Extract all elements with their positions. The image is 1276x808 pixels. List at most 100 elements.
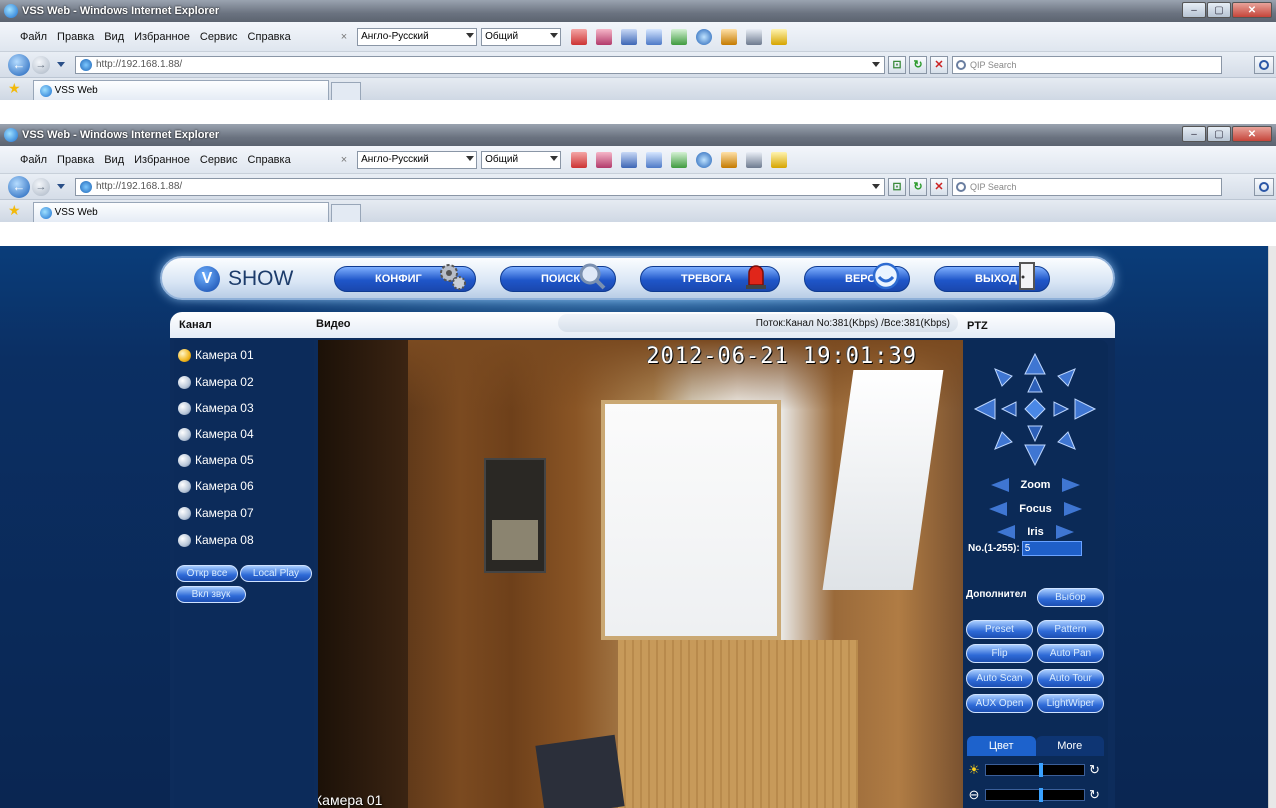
iris-open-icon[interactable] [1055, 525, 1074, 539]
camera-item-08[interactable]: Камера 08 [178, 533, 254, 547]
favorites-star-icon[interactable]: ★ [8, 202, 21, 219]
dictionary-language-select[interactable]: Англо-Русский [357, 150, 478, 169]
focus-far-icon[interactable] [1063, 502, 1082, 516]
search-button[interactable] [1254, 56, 1274, 74]
chevron-down-icon[interactable] [872, 183, 880, 189]
contrast-track[interactable] [985, 788, 1085, 802]
url-input[interactable]: http://192.168.1.88/ [75, 55, 885, 74]
select-button[interactable]: Выбор [1037, 588, 1104, 607]
stop-icon[interactable]: ✕ [930, 55, 948, 74]
pattern-button[interactable]: Pattern [1037, 620, 1104, 639]
tab-vss-web[interactable]: VSS Web [32, 80, 329, 100]
translate-page-icon[interactable] [596, 28, 613, 45]
gear-icon[interactable] [721, 28, 738, 45]
refresh-icon[interactable]: ↻ [909, 177, 927, 196]
magnifier-icon[interactable] [696, 151, 713, 168]
focus-control[interactable]: Focus [963, 502, 1108, 516]
flip-button[interactable]: Flip [966, 644, 1033, 663]
nav-exit-button[interactable]: ВЫХОД [934, 262, 1050, 292]
maximize-button[interactable]: ▢ [1207, 126, 1231, 142]
translate-page-icon[interactable] [596, 151, 613, 168]
reset-icon[interactable]: ↻ [1089, 787, 1100, 803]
nav-alarm-button[interactable]: ТРЕВОГА [640, 265, 780, 292]
gear-icon[interactable] [721, 151, 738, 168]
book-icon[interactable] [671, 151, 688, 168]
close-button[interactable]: ✕ [1232, 2, 1272, 18]
tab-more[interactable]: More [1035, 736, 1104, 756]
zoom-control[interactable]: Zoom [963, 478, 1108, 492]
ptz-direction-pad[interactable] [970, 352, 1100, 467]
history-dropdown-icon[interactable] [57, 184, 65, 189]
sound-on-button[interactable]: Вкл звук [176, 586, 246, 603]
camera-item-02[interactable]: Камера 02 [178, 375, 254, 389]
menu-edit[interactable]: Правка [57, 154, 94, 166]
menu-help[interactable]: Справка [248, 154, 291, 166]
menu-edit[interactable]: Правка [57, 31, 94, 43]
search-input[interactable]: QIP Search [952, 177, 1222, 196]
dictionary-icon[interactable] [621, 151, 638, 168]
menu-help[interactable]: Справка [248, 31, 291, 43]
camera-item-04[interactable]: Камера 04 [178, 427, 254, 441]
url-input[interactable]: http://192.168.1.88/ [75, 177, 885, 196]
help-icon[interactable] [771, 28, 788, 45]
contrast-slider[interactable]: ⊖ ↻ [967, 786, 1104, 804]
translate-icon[interactable] [571, 151, 588, 168]
menu-favorites[interactable]: Избранное [134, 154, 190, 166]
local-play-button[interactable]: Local Play [240, 565, 312, 582]
search-button[interactable] [1254, 178, 1274, 196]
iris-close-icon[interactable] [997, 525, 1016, 539]
auto-scan-button[interactable]: Auto Scan [966, 669, 1033, 688]
brightness-slider[interactable]: ☀ ↻ [967, 761, 1104, 779]
focus-near-icon[interactable] [989, 502, 1008, 516]
page-scrollbar[interactable] [1268, 246, 1276, 808]
brightness-track[interactable] [985, 763, 1085, 777]
menu-tools[interactable]: Сервис [200, 154, 238, 166]
menu-file[interactable]: Файл [20, 154, 47, 166]
dictionary-category-select[interactable]: Общий [481, 150, 562, 169]
light-wiper-button[interactable]: LightWiper [1037, 694, 1104, 713]
auto-pan-button[interactable]: Auto Pan [1037, 644, 1104, 663]
contrast-knob[interactable] [1038, 788, 1043, 802]
forward-button[interactable]: → [32, 55, 50, 74]
camera-item-06[interactable]: Камера 06 [178, 479, 254, 493]
dictionary-category-select[interactable]: Общий [481, 27, 562, 46]
camera-item-05[interactable]: Камера 05 [178, 453, 254, 467]
menu-file[interactable]: Файл [20, 31, 47, 43]
new-tab-button[interactable] [330, 204, 361, 222]
new-tab-button[interactable] [330, 82, 361, 100]
zoom-in-icon[interactable] [1062, 478, 1081, 492]
dictionary-language-select[interactable]: Англо-Русский [357, 27, 478, 46]
compat-view-icon[interactable]: ⊡ [888, 55, 906, 74]
minimize-button[interactable]: – [1182, 126, 1206, 142]
help-icon[interactable] [771, 151, 788, 168]
close-button[interactable]: ✕ [1232, 126, 1272, 142]
translate-icon[interactable] [571, 28, 588, 45]
toolbar-close-icon[interactable]: × [341, 154, 347, 166]
back-button[interactable]: ← [8, 53, 30, 76]
menu-tools[interactable]: Сервис [200, 31, 238, 43]
nav-version-button[interactable]: ВЕРСИЯ [804, 262, 910, 292]
camera-item-07[interactable]: Камера 07 [178, 506, 254, 520]
toolbar-close-icon[interactable]: × [341, 31, 347, 43]
camera-item-03[interactable]: Камера 03 [178, 401, 254, 415]
nav-search-button[interactable]: ПОИСК [500, 263, 616, 292]
book-icon[interactable] [671, 28, 688, 45]
menu-favorites[interactable]: Избранное [134, 31, 190, 43]
maximize-button[interactable]: ▢ [1207, 2, 1231, 18]
reset-icon[interactable]: ↻ [1089, 762, 1100, 778]
magnifier-icon[interactable] [696, 28, 713, 45]
minimize-button[interactable]: – [1182, 2, 1206, 18]
menu-view[interactable]: Вид [104, 31, 124, 43]
compat-view-icon[interactable]: ⊡ [888, 177, 906, 196]
dictionary-icon[interactable] [621, 28, 638, 45]
history-dropdown-icon[interactable] [57, 62, 65, 67]
list-icon[interactable] [646, 28, 663, 45]
search-input[interactable]: QIP Search [952, 55, 1222, 74]
iris-control[interactable]: Iris [963, 525, 1108, 539]
menu-view[interactable]: Вид [104, 154, 124, 166]
stop-icon[interactable]: ✕ [930, 177, 948, 196]
refresh-icon[interactable]: ↻ [909, 55, 927, 74]
brightness-knob[interactable] [1038, 763, 1043, 777]
zoom-out-icon[interactable] [990, 478, 1009, 492]
tab-color[interactable]: Цвет [967, 736, 1036, 756]
